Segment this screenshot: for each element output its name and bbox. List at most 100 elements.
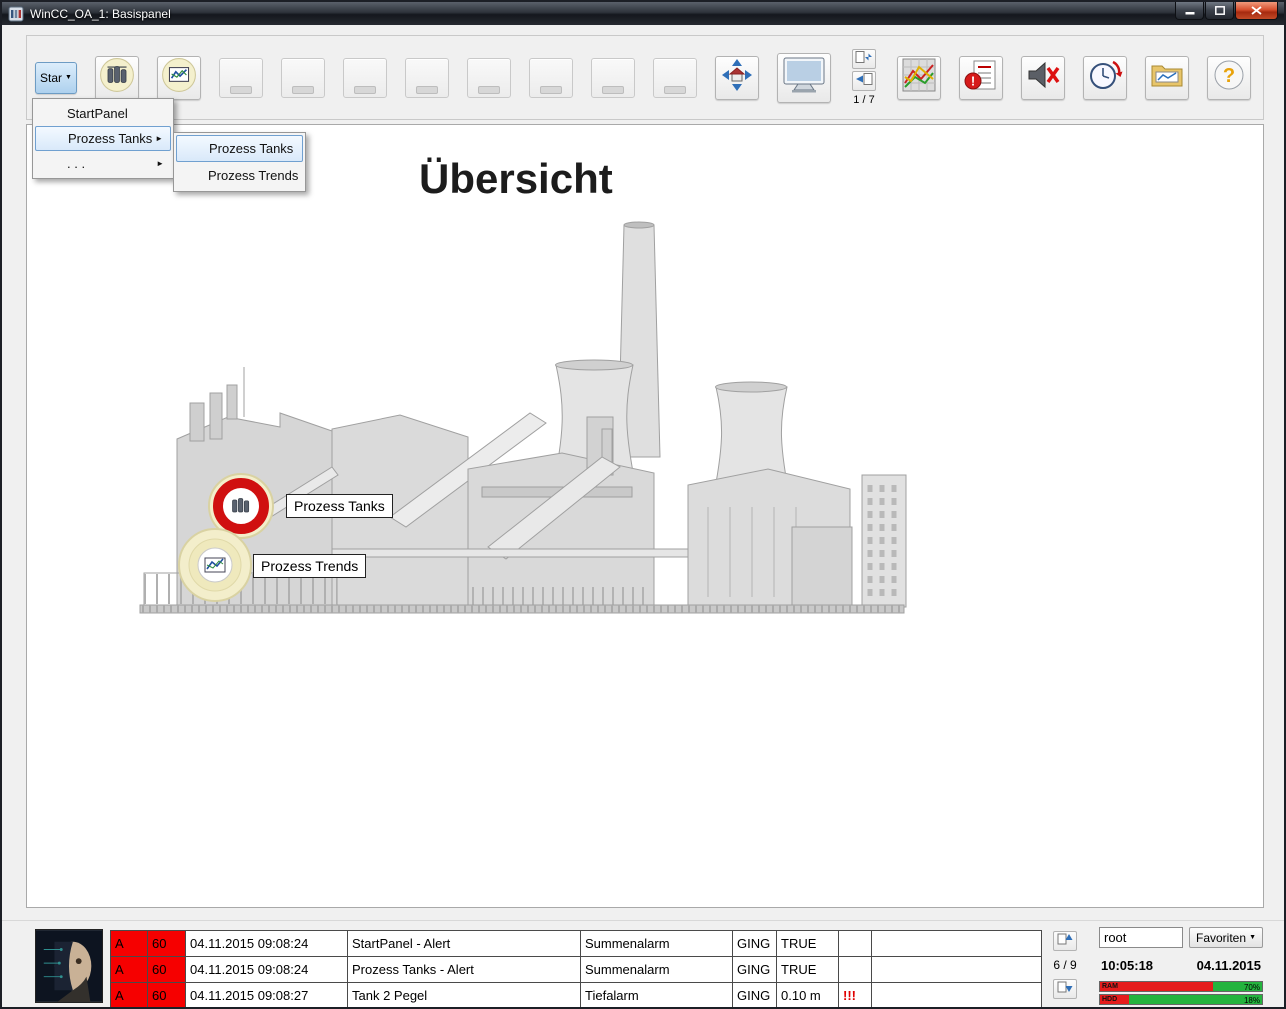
submenu-arrow-icon: ► bbox=[155, 127, 163, 150]
page-forward-icon bbox=[855, 50, 873, 69]
alarm-table: A 60 04.11.2015 09:08:24 StartPanel - Al… bbox=[110, 930, 1042, 1009]
maximize-button[interactable] bbox=[1205, 2, 1234, 20]
toolbar-slot-empty-6[interactable] bbox=[529, 58, 573, 98]
alarm-text: Summenalarm bbox=[581, 931, 733, 957]
titlebar[interactable]: WinCC_OA_1: Basispanel bbox=[2, 2, 1284, 25]
submenu-item-prozess-trends[interactable]: Prozess Trends bbox=[176, 162, 303, 189]
alarm-row[interactable]: A 60 04.11.2015 09:08:27 Tank 2 Pegel Ti… bbox=[111, 983, 1042, 1009]
alarm-priority: 60 bbox=[148, 931, 186, 957]
hotspot-label-prozess-tanks[interactable]: Prozess Tanks bbox=[286, 494, 393, 518]
alarm-time: 04.11.2015 09:08:24 bbox=[186, 931, 348, 957]
alarm-pager: 6 / 9 bbox=[1050, 931, 1080, 999]
submenu-arrow-icon: ► bbox=[156, 151, 164, 176]
menu-item-startpanel[interactable]: StartPanel bbox=[35, 101, 171, 126]
submenu-item-prozess-tanks[interactable]: Prozess Tanks bbox=[176, 135, 303, 162]
page-down-icon bbox=[1057, 980, 1073, 999]
hotspot-prozess-trends[interactable] bbox=[177, 527, 253, 603]
alarm-text: Summenalarm bbox=[581, 957, 733, 983]
window-title: WinCC_OA_1: Basispanel bbox=[30, 7, 171, 21]
toolbar-slot-empty-1[interactable] bbox=[219, 58, 263, 98]
alarm-value: 0.10 m bbox=[777, 983, 839, 1009]
user-avatar bbox=[35, 929, 103, 1003]
monitor-button[interactable] bbox=[777, 53, 831, 103]
panel-next-button[interactable] bbox=[852, 49, 876, 69]
toolbar-slot-empty-8[interactable] bbox=[653, 58, 697, 98]
toolbar-slot-empty-4[interactable] bbox=[405, 58, 449, 98]
alarm-source: Prozess Tanks - Alert bbox=[348, 957, 581, 983]
trends-icon bbox=[161, 57, 197, 98]
time-settings-button[interactable] bbox=[1083, 56, 1127, 100]
home-navigation-icon bbox=[719, 57, 755, 98]
alarm-source: Tank 2 Pegel bbox=[348, 983, 581, 1009]
alarm-time: 04.11.2015 09:08:27 bbox=[186, 983, 348, 1009]
alarm-class: A bbox=[111, 931, 148, 957]
maximize-icon bbox=[1215, 4, 1225, 18]
current-date: 04.11.2015 bbox=[1197, 958, 1261, 973]
ram-usage-bar: RAM 70% bbox=[1099, 981, 1263, 992]
app-icon bbox=[8, 6, 24, 22]
alarm-page-up-button[interactable] bbox=[1053, 931, 1077, 951]
toolbar: Star ▼ bbox=[26, 35, 1264, 120]
chevron-down-icon: ▼ bbox=[65, 74, 72, 81]
toolbar-slot-empty-3[interactable] bbox=[343, 58, 387, 98]
menu-item-more[interactable]: . . . ► bbox=[35, 151, 171, 176]
alarm-value: TRUE bbox=[777, 931, 839, 957]
window-controls bbox=[1175, 2, 1278, 20]
alarm-page-indicator: 6 / 9 bbox=[1053, 958, 1076, 972]
start-menu-button[interactable]: Star ▼ bbox=[35, 62, 77, 94]
alarm-ack bbox=[839, 931, 872, 957]
chevron-down-icon: ▼ bbox=[1249, 934, 1256, 941]
start-menu: StartPanel Prozess Tanks ► . . . ► bbox=[32, 98, 174, 179]
speaker-mute-icon bbox=[1025, 57, 1061, 98]
menu-item-prozess-tanks[interactable]: Prozess Tanks ► bbox=[35, 126, 171, 151]
folder-chart-icon bbox=[1149, 57, 1185, 98]
alarm-ack: !!! bbox=[839, 983, 872, 1009]
favorites-dropdown[interactable]: Favoriten ▼ bbox=[1189, 927, 1263, 948]
alarm-row[interactable]: A 60 04.11.2015 09:08:24 StartPanel - Al… bbox=[111, 931, 1042, 957]
alarm-comment bbox=[872, 931, 1042, 957]
clock-panel: 10:05:18 04.11.2015 bbox=[1099, 953, 1263, 977]
svg-text:!: ! bbox=[971, 74, 975, 89]
alarm-direction: GING bbox=[733, 983, 777, 1009]
help-icon: ? bbox=[1211, 57, 1247, 98]
hotspot-label-prozess-trends[interactable]: Prozess Trends bbox=[253, 554, 366, 578]
main-panel: Übersicht bbox=[26, 124, 1264, 908]
system-usage: RAM 70% HDD 18% bbox=[1099, 981, 1263, 1007]
toolbar-slot-empty-7[interactable] bbox=[591, 58, 635, 98]
home-navigation-button[interactable] bbox=[715, 56, 759, 100]
page-up-icon bbox=[1057, 932, 1073, 951]
alarm-comment bbox=[872, 983, 1042, 1009]
prozess-tanks-button[interactable] bbox=[95, 56, 139, 100]
start-button-label: Star bbox=[40, 71, 62, 85]
start-submenu: Prozess Tanks Prozess Trends bbox=[173, 132, 306, 192]
close-button[interactable] bbox=[1235, 2, 1278, 20]
toolbar-slot-empty-2[interactable] bbox=[281, 58, 325, 98]
current-time: 10:05:18 bbox=[1101, 958, 1153, 973]
alarm-value: TRUE bbox=[777, 957, 839, 983]
hdd-percent: 18% bbox=[1244, 996, 1260, 1005]
user-field[interactable] bbox=[1099, 927, 1183, 948]
trend-overview-button[interactable] bbox=[897, 56, 941, 100]
ram-percent: 70% bbox=[1244, 983, 1260, 992]
archive-folder-button[interactable] bbox=[1145, 56, 1189, 100]
minimize-button[interactable] bbox=[1175, 2, 1204, 20]
page-title: Übersicht bbox=[419, 155, 613, 203]
alert-list-icon: ! bbox=[963, 57, 999, 98]
alarm-direction: GING bbox=[733, 931, 777, 957]
prozess-trends-button[interactable] bbox=[157, 56, 201, 100]
alarm-comment bbox=[872, 957, 1042, 983]
alarm-page-down-button[interactable] bbox=[1053, 979, 1077, 999]
alarm-ack bbox=[839, 957, 872, 983]
toolbar-slot-empty-5[interactable] bbox=[467, 58, 511, 98]
panel-previous-button[interactable] bbox=[852, 71, 876, 91]
hdd-label: HDD bbox=[1102, 996, 1117, 1003]
panel-page-indicator: 1 / 7 bbox=[853, 94, 874, 106]
alarm-direction: GING bbox=[733, 957, 777, 983]
alarm-text: Tiefalarm bbox=[581, 983, 733, 1009]
help-button[interactable]: ? bbox=[1207, 56, 1251, 100]
alarm-panel-button[interactable]: ! bbox=[959, 56, 1003, 100]
mute-alarm-button[interactable] bbox=[1021, 56, 1065, 100]
hdd-usage-bar: HDD 18% bbox=[1099, 994, 1263, 1005]
minimize-icon bbox=[1185, 4, 1195, 18]
alarm-row[interactable]: A 60 04.11.2015 09:08:24 Prozess Tanks -… bbox=[111, 957, 1042, 983]
